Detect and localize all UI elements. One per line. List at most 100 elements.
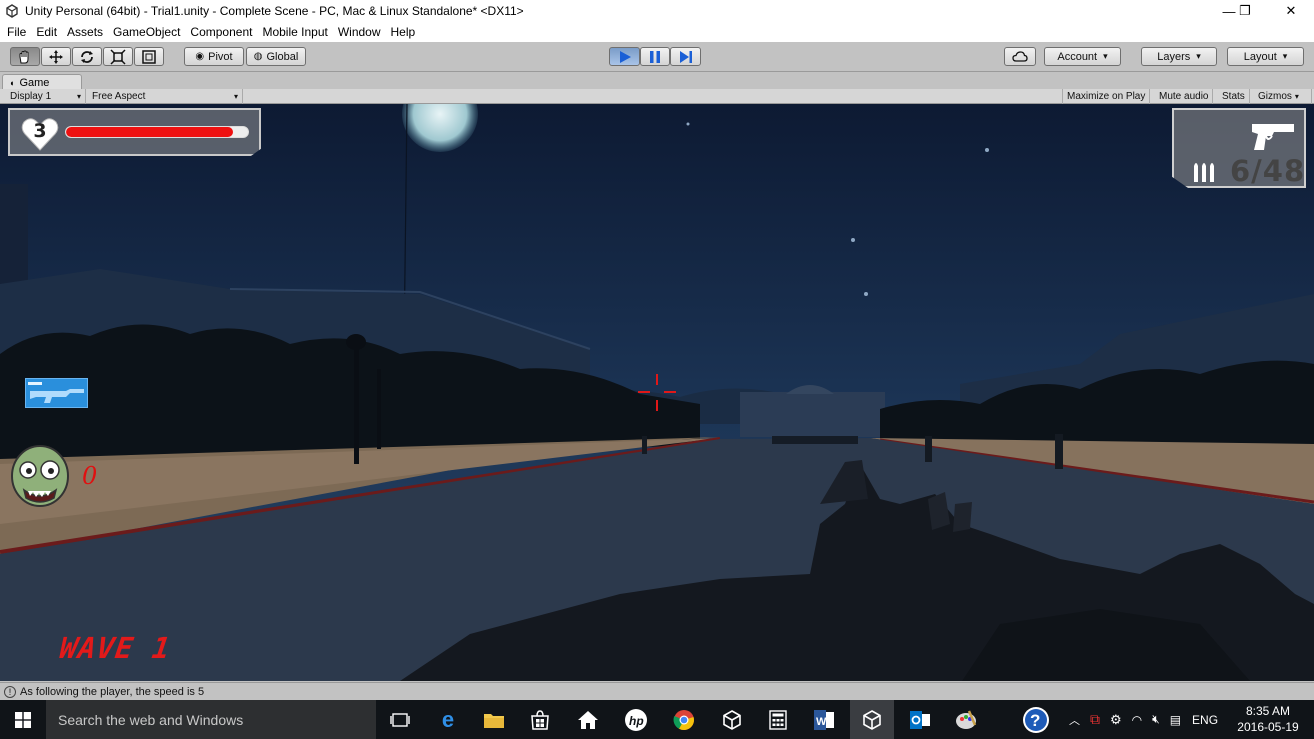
global-label: Global — [266, 50, 299, 63]
rect-transform-icon — [142, 49, 156, 64]
close-button[interactable]: ✕ — [1268, 0, 1314, 22]
title-bar: Unity Personal (64bit) - Trial1.unity - … — [0, 0, 1314, 22]
play-icon — [619, 50, 631, 63]
pause-icon — [650, 50, 660, 63]
maximize-on-play-toggle[interactable]: Maximize on Play — [1062, 89, 1151, 104]
volume-muted-icon[interactable]: 🔇︎ — [1152, 712, 1160, 727]
hand-icon — [19, 50, 29, 63]
pistol-icon — [1252, 124, 1294, 150]
pause-button[interactable] — [640, 47, 670, 66]
menu-edit[interactable]: Edit — [36, 25, 57, 39]
cloud-button[interactable] — [1004, 47, 1036, 66]
svg-text:W: W — [816, 716, 827, 728]
outlook-icon[interactable] — [904, 704, 936, 736]
help-icon[interactable]: ? — [1020, 704, 1052, 736]
lives-count: 3 — [33, 120, 47, 142]
window-title: Unity Personal (64bit) - Trial1.unity - … — [25, 4, 524, 18]
svg-text:hp: hp — [629, 714, 644, 728]
svg-text:?: ? — [1030, 711, 1040, 730]
step-button[interactable] — [670, 47, 701, 66]
store-icon[interactable] — [524, 704, 556, 736]
night-street-scene — [0, 104, 1314, 681]
pivot-toggle[interactable]: ◉ Pivot — [184, 47, 244, 66]
calculator-icon[interactable] — [762, 704, 794, 736]
task-view-icon[interactable] — [384, 704, 416, 736]
start-button[interactable] — [0, 700, 46, 739]
unity-editor-taskbar-button[interactable] — [850, 700, 894, 739]
game-view-toolbar: Display 1 ▾ Free Aspect ▾ Maximize on Play… — [0, 89, 1314, 104]
acrobat-icon[interactable]: ⧉ — [1090, 711, 1100, 728]
tab-game[interactable]: ◖ Game — [2, 74, 82, 90]
menu-help[interactable]: Help — [391, 25, 416, 39]
rotate-icon — [81, 50, 93, 63]
console-status-bar[interactable]: ! As following the player, the speed is … — [0, 682, 1314, 700]
scale-tool-button[interactable] — [103, 47, 133, 66]
health-bar — [65, 126, 249, 138]
settings-icon[interactable]: ⚙ — [1110, 712, 1122, 728]
bullets-icon — [1194, 163, 1214, 182]
windows-taskbar: Search the web and Windows e hp W ? ︿ ⧉ … — [0, 700, 1314, 739]
game-viewport[interactable]: 3 6/48 0 WAVE 1 — [0, 104, 1314, 681]
aspect-label: Free Aspect — [92, 91, 146, 102]
chrome-icon[interactable] — [668, 704, 700, 736]
pivot-label: Pivot — [208, 50, 233, 63]
menu-window[interactable]: Window — [338, 25, 381, 39]
menu-gameobject[interactable]: GameObject — [113, 25, 180, 39]
info-icon: ! — [4, 685, 16, 698]
clock-date: 2016-05-19 — [1237, 720, 1299, 734]
tab-row: ◖ Game — [0, 72, 1314, 90]
layout-dropdown[interactable]: Layout — [1227, 47, 1304, 66]
move-tool-button[interactable] — [41, 47, 71, 66]
word-icon[interactable]: W — [808, 704, 840, 736]
unity-icon — [863, 709, 881, 730]
step-icon — [679, 50, 692, 63]
display-dropdown[interactable]: Display 1 ▾ — [6, 89, 86, 104]
file-explorer-icon[interactable] — [478, 704, 510, 736]
status-message: As following the player, the speed is 5 — [20, 685, 205, 698]
ammo-count: 6/48 — [1230, 154, 1306, 188]
account-dropdown[interactable]: Account — [1044, 47, 1121, 66]
clock[interactable]: 8:35 AM 2016-05-19 — [1236, 703, 1300, 735]
system-tray: ︿ ⧉ ⚙ ◠ 🔇︎ ▤ ENG — [1064, 700, 1224, 739]
language-indicator[interactable]: ENG — [1192, 713, 1218, 727]
zombie-head-icon — [11, 445, 69, 507]
edge-browser-icon[interactable]: e — [432, 704, 464, 736]
play-button[interactable] — [609, 47, 640, 66]
menu-assets[interactable]: Assets — [67, 25, 103, 39]
layers-dropdown[interactable]: Layers — [1141, 47, 1217, 66]
maximize-button[interactable]: ❐ — [1222, 0, 1268, 22]
hand-tool-button[interactable] — [10, 47, 40, 66]
display-label: Display 1 — [10, 91, 52, 102]
mute-audio-toggle[interactable]: Mute audio — [1155, 89, 1214, 104]
health-panel: 3 — [8, 108, 261, 156]
menu-component[interactable]: Component — [190, 25, 252, 39]
dropdown-arrow-icon: ▾ — [1294, 92, 1299, 101]
menu-mobile-input[interactable]: Mobile Input — [262, 25, 327, 39]
globe-icon: ◍ — [253, 51, 263, 62]
move-arrows-icon — [49, 49, 63, 64]
health-bar-fill — [66, 127, 234, 137]
rifle-silhouette — [28, 382, 84, 403]
kill-count: 0 — [82, 462, 98, 490]
paint-icon[interactable] — [950, 704, 982, 736]
taskbar-search[interactable]: Search the web and Windows — [46, 700, 376, 739]
menu-file[interactable]: File — [7, 25, 26, 39]
wifi-icon[interactable]: ◠ — [1132, 713, 1142, 727]
global-toggle[interactable]: ◍ Global — [246, 47, 306, 66]
unity-icon[interactable] — [716, 704, 748, 736]
stats-toggle[interactable]: Stats — [1218, 89, 1250, 104]
ammo-panel: 6/48 — [1172, 108, 1306, 188]
gizmos-label: Gizmos — [1258, 91, 1292, 102]
rect-tool-button[interactable] — [134, 47, 164, 66]
unity-app-icon — [6, 4, 18, 18]
rifle-icon[interactable] — [25, 378, 88, 408]
chevron-up-icon[interactable]: ︿ — [1069, 712, 1080, 728]
gizmos-dropdown[interactable]: Gizmos ▾ — [1254, 89, 1312, 104]
dropdown-arrow-icon: ▾ — [233, 92, 238, 101]
rotate-tool-button[interactable] — [72, 47, 102, 66]
aspect-dropdown[interactable]: Free Aspect ▾ — [88, 89, 243, 104]
notification-icon[interactable]: ▤ — [1170, 713, 1181, 727]
home-icon[interactable] — [572, 704, 604, 736]
cloud-icon — [1012, 51, 1028, 62]
hp-icon[interactable]: hp — [620, 704, 652, 736]
